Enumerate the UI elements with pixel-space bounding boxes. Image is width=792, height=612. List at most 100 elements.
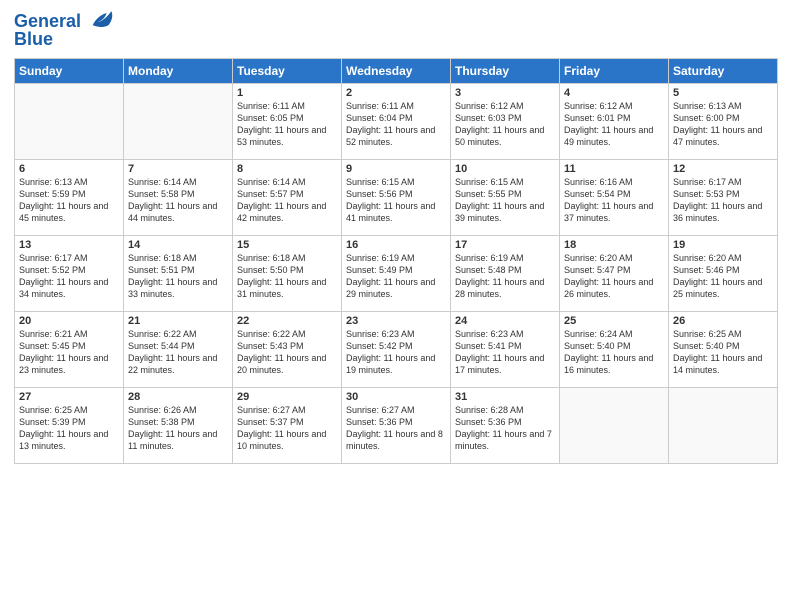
day-number: 3 [455, 87, 555, 99]
calendar-cell: 9Sunrise: 6:15 AM Sunset: 5:56 PM Daylig… [342, 159, 451, 235]
day-number: 5 [673, 87, 773, 99]
day-detail: Sunrise: 6:11 AM Sunset: 6:05 PM Dayligh… [237, 100, 337, 149]
weekday-header: Sunday [15, 58, 124, 83]
day-detail: Sunrise: 6:20 AM Sunset: 5:46 PM Dayligh… [673, 252, 773, 301]
calendar-cell: 29Sunrise: 6:27 AM Sunset: 5:37 PM Dayli… [233, 387, 342, 463]
day-detail: Sunrise: 6:24 AM Sunset: 5:40 PM Dayligh… [564, 328, 664, 377]
day-number: 23 [346, 315, 446, 327]
day-number: 4 [564, 87, 664, 99]
calendar-cell: 6Sunrise: 6:13 AM Sunset: 5:59 PM Daylig… [15, 159, 124, 235]
day-number: 30 [346, 391, 446, 403]
day-detail: Sunrise: 6:23 AM Sunset: 5:42 PM Dayligh… [346, 328, 446, 377]
day-number: 12 [673, 163, 773, 175]
day-detail: Sunrise: 6:18 AM Sunset: 5:50 PM Dayligh… [237, 252, 337, 301]
day-detail: Sunrise: 6:19 AM Sunset: 5:49 PM Dayligh… [346, 252, 446, 301]
logo-bird-icon [88, 6, 116, 34]
calendar-cell: 3Sunrise: 6:12 AM Sunset: 6:03 PM Daylig… [451, 83, 560, 159]
day-detail: Sunrise: 6:11 AM Sunset: 6:04 PM Dayligh… [346, 100, 446, 149]
day-detail: Sunrise: 6:25 AM Sunset: 5:39 PM Dayligh… [19, 404, 119, 453]
day-number: 19 [673, 239, 773, 251]
day-number: 21 [128, 315, 228, 327]
calendar-cell: 10Sunrise: 6:15 AM Sunset: 5:55 PM Dayli… [451, 159, 560, 235]
day-detail: Sunrise: 6:16 AM Sunset: 5:54 PM Dayligh… [564, 176, 664, 225]
weekday-header: Tuesday [233, 58, 342, 83]
day-detail: Sunrise: 6:19 AM Sunset: 5:48 PM Dayligh… [455, 252, 555, 301]
calendar-cell: 12Sunrise: 6:17 AM Sunset: 5:53 PM Dayli… [669, 159, 778, 235]
weekday-header: Monday [124, 58, 233, 83]
weekday-header: Saturday [669, 58, 778, 83]
page-container: General Blue SundayMondayTuesdayWednesda… [0, 0, 792, 472]
day-number: 2 [346, 87, 446, 99]
day-detail: Sunrise: 6:25 AM Sunset: 5:40 PM Dayligh… [673, 328, 773, 377]
weekday-header: Wednesday [342, 58, 451, 83]
calendar-cell: 15Sunrise: 6:18 AM Sunset: 5:50 PM Dayli… [233, 235, 342, 311]
calendar-cell: 19Sunrise: 6:20 AM Sunset: 5:46 PM Dayli… [669, 235, 778, 311]
weekday-header: Thursday [451, 58, 560, 83]
day-detail: Sunrise: 6:13 AM Sunset: 6:00 PM Dayligh… [673, 100, 773, 149]
day-detail: Sunrise: 6:12 AM Sunset: 6:03 PM Dayligh… [455, 100, 555, 149]
calendar-cell: 5Sunrise: 6:13 AM Sunset: 6:00 PM Daylig… [669, 83, 778, 159]
day-number: 20 [19, 315, 119, 327]
calendar-cell [669, 387, 778, 463]
day-number: 7 [128, 163, 228, 175]
weekday-header: Friday [560, 58, 669, 83]
calendar-cell: 7Sunrise: 6:14 AM Sunset: 5:58 PM Daylig… [124, 159, 233, 235]
calendar-week-row: 13Sunrise: 6:17 AM Sunset: 5:52 PM Dayli… [15, 235, 778, 311]
calendar-week-row: 6Sunrise: 6:13 AM Sunset: 5:59 PM Daylig… [15, 159, 778, 235]
day-number: 28 [128, 391, 228, 403]
day-number: 13 [19, 239, 119, 251]
day-detail: Sunrise: 6:18 AM Sunset: 5:51 PM Dayligh… [128, 252, 228, 301]
day-number: 25 [564, 315, 664, 327]
day-number: 22 [237, 315, 337, 327]
day-detail: Sunrise: 6:14 AM Sunset: 5:57 PM Dayligh… [237, 176, 337, 225]
calendar-cell: 24Sunrise: 6:23 AM Sunset: 5:41 PM Dayli… [451, 311, 560, 387]
day-number: 10 [455, 163, 555, 175]
day-number: 6 [19, 163, 119, 175]
day-detail: Sunrise: 6:26 AM Sunset: 5:38 PM Dayligh… [128, 404, 228, 453]
calendar-cell: 23Sunrise: 6:23 AM Sunset: 5:42 PM Dayli… [342, 311, 451, 387]
day-number: 11 [564, 163, 664, 175]
calendar-cell: 26Sunrise: 6:25 AM Sunset: 5:40 PM Dayli… [669, 311, 778, 387]
calendar-cell: 8Sunrise: 6:14 AM Sunset: 5:57 PM Daylig… [233, 159, 342, 235]
calendar-cell: 11Sunrise: 6:16 AM Sunset: 5:54 PM Dayli… [560, 159, 669, 235]
day-detail: Sunrise: 6:27 AM Sunset: 5:37 PM Dayligh… [237, 404, 337, 453]
calendar-table: SundayMondayTuesdayWednesdayThursdayFrid… [14, 58, 778, 464]
day-number: 1 [237, 87, 337, 99]
calendar-cell [124, 83, 233, 159]
day-number: 27 [19, 391, 119, 403]
day-detail: Sunrise: 6:17 AM Sunset: 5:52 PM Dayligh… [19, 252, 119, 301]
calendar-cell: 28Sunrise: 6:26 AM Sunset: 5:38 PM Dayli… [124, 387, 233, 463]
day-detail: Sunrise: 6:22 AM Sunset: 5:44 PM Dayligh… [128, 328, 228, 377]
day-number: 14 [128, 239, 228, 251]
calendar-cell: 16Sunrise: 6:19 AM Sunset: 5:49 PM Dayli… [342, 235, 451, 311]
calendar-cell: 2Sunrise: 6:11 AM Sunset: 6:04 PM Daylig… [342, 83, 451, 159]
calendar-cell: 1Sunrise: 6:11 AM Sunset: 6:05 PM Daylig… [233, 83, 342, 159]
calendar-cell: 20Sunrise: 6:21 AM Sunset: 5:45 PM Dayli… [15, 311, 124, 387]
day-number: 26 [673, 315, 773, 327]
calendar-cell: 30Sunrise: 6:27 AM Sunset: 5:36 PM Dayli… [342, 387, 451, 463]
day-detail: Sunrise: 6:15 AM Sunset: 5:56 PM Dayligh… [346, 176, 446, 225]
day-detail: Sunrise: 6:23 AM Sunset: 5:41 PM Dayligh… [455, 328, 555, 377]
day-detail: Sunrise: 6:17 AM Sunset: 5:53 PM Dayligh… [673, 176, 773, 225]
day-number: 8 [237, 163, 337, 175]
day-detail: Sunrise: 6:27 AM Sunset: 5:36 PM Dayligh… [346, 404, 446, 453]
calendar-cell: 13Sunrise: 6:17 AM Sunset: 5:52 PM Dayli… [15, 235, 124, 311]
day-number: 9 [346, 163, 446, 175]
calendar-cell [15, 83, 124, 159]
day-number: 18 [564, 239, 664, 251]
day-number: 16 [346, 239, 446, 251]
day-detail: Sunrise: 6:20 AM Sunset: 5:47 PM Dayligh… [564, 252, 664, 301]
header: General Blue [14, 10, 778, 50]
calendar-cell [560, 387, 669, 463]
calendar-cell: 18Sunrise: 6:20 AM Sunset: 5:47 PM Dayli… [560, 235, 669, 311]
day-number: 31 [455, 391, 555, 403]
calendar-week-row: 27Sunrise: 6:25 AM Sunset: 5:39 PM Dayli… [15, 387, 778, 463]
day-number: 17 [455, 239, 555, 251]
calendar-cell: 21Sunrise: 6:22 AM Sunset: 5:44 PM Dayli… [124, 311, 233, 387]
calendar-cell: 14Sunrise: 6:18 AM Sunset: 5:51 PM Dayli… [124, 235, 233, 311]
day-number: 29 [237, 391, 337, 403]
calendar-cell: 17Sunrise: 6:19 AM Sunset: 5:48 PM Dayli… [451, 235, 560, 311]
calendar-week-row: 20Sunrise: 6:21 AM Sunset: 5:45 PM Dayli… [15, 311, 778, 387]
calendar-cell: 27Sunrise: 6:25 AM Sunset: 5:39 PM Dayli… [15, 387, 124, 463]
calendar-cell: 25Sunrise: 6:24 AM Sunset: 5:40 PM Dayli… [560, 311, 669, 387]
